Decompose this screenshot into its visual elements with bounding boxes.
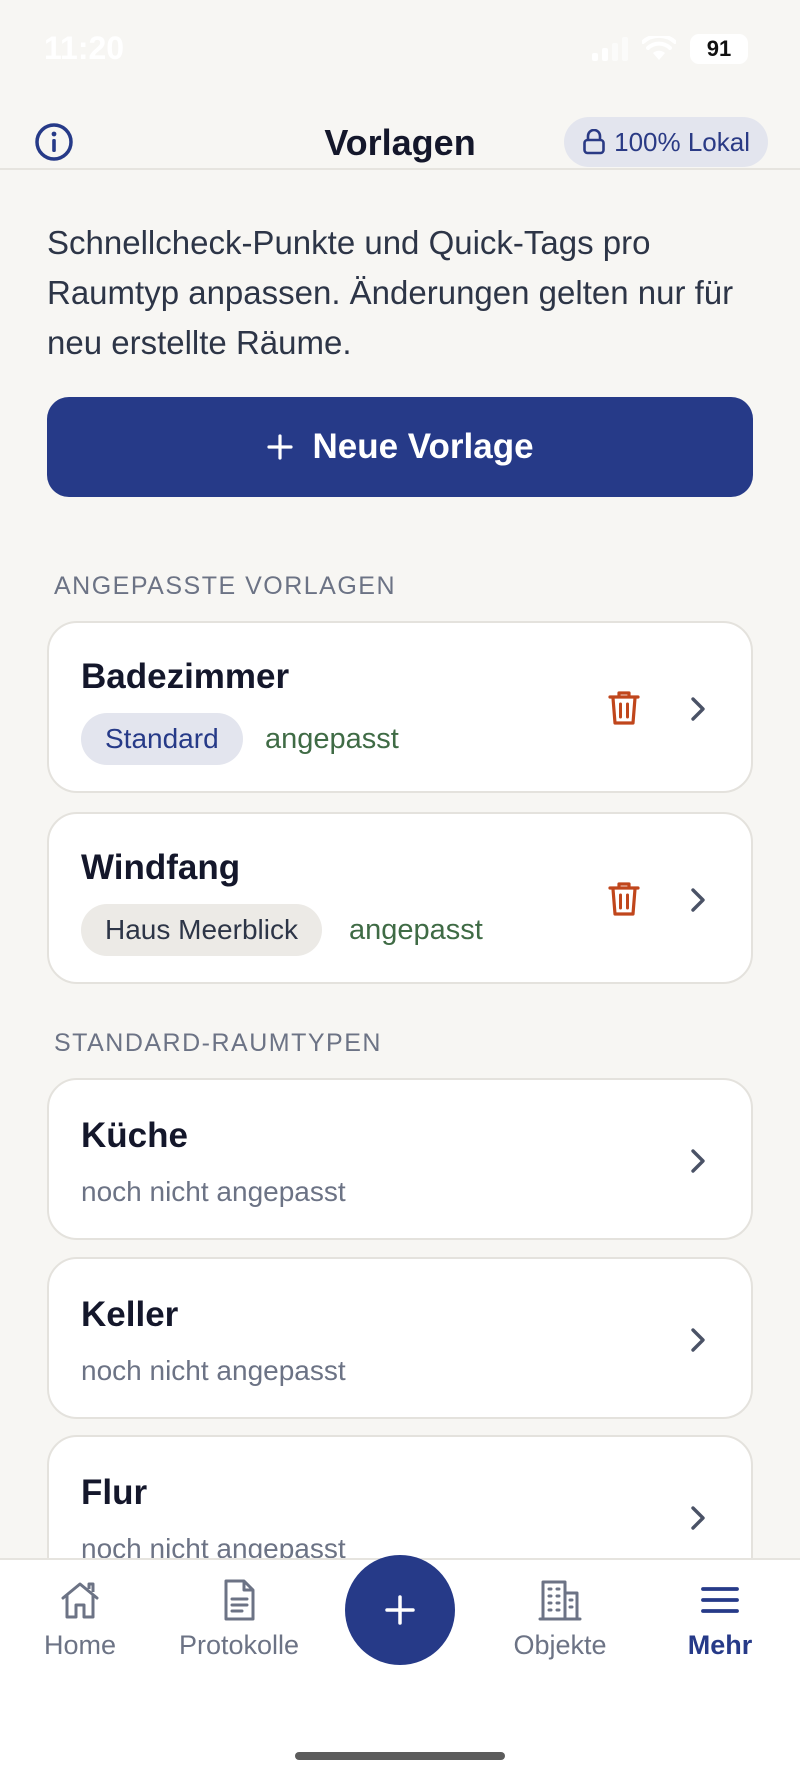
chevron-right-icon	[691, 1506, 705, 1530]
home-icon	[61, 1582, 99, 1619]
chevron-right-icon	[691, 697, 705, 721]
default-status: noch nicht angepasst	[81, 1176, 346, 1207]
home-indicator	[295, 1752, 505, 1760]
chevron-right-icon	[691, 1328, 705, 1352]
menu-icon	[701, 1587, 739, 1613]
nav-item-mehr[interactable]: Mehr	[645, 1576, 795, 1661]
local-badge-label: 100% Lokal	[614, 126, 750, 157]
template-tag: Haus Meerblick	[81, 904, 322, 956]
add-fab-button[interactable]	[345, 1555, 455, 1665]
default-status: noch nicht angepasst	[81, 1533, 346, 1558]
lock-icon	[583, 129, 605, 155]
section-label-standard: STANDARD-RAUMTYPEN	[54, 1029, 382, 1057]
nav-item-protokolle[interactable]: Protokolle	[164, 1576, 314, 1661]
status-time: 11:20	[44, 30, 125, 66]
modified-status: angepasst	[349, 914, 483, 946]
nav-label: Protokolle	[178, 1630, 300, 1660]
bottom-nav: Home Protokolle Objekte Mehr	[0, 1555, 800, 1778]
intro-text: Schnellcheck-Punkte und Quick-Tags pro R…	[47, 224, 734, 361]
nav-item-home[interactable]: Home	[5, 1576, 155, 1661]
room-type-card-kueche[interactable]: Küche noch nicht angepasst	[47, 1078, 753, 1240]
trash-icon[interactable]	[607, 689, 641, 727]
top-bar: Vorlagen 100% Lokal	[0, 100, 800, 170]
new-template-label: Neue Vorlage	[312, 427, 534, 466]
card-title: Flur	[81, 1473, 148, 1512]
section-label-custom: ANGEPASSTE VORLAGEN	[54, 572, 397, 600]
plus-icon	[385, 1595, 415, 1625]
room-type-card-flur[interactable]: Flur noch nicht angepasst	[47, 1435, 753, 1558]
template-card-windfang[interactable]: Windfang Haus Meerblick angepasst	[47, 812, 753, 984]
chevron-right-icon	[691, 1149, 705, 1173]
trash-icon[interactable]	[607, 880, 641, 918]
default-status: noch nicht angepasst	[81, 1355, 346, 1386]
card-title: Keller	[81, 1295, 179, 1334]
main-content[interactable]: Schnellcheck-Punkte und Quick-Tags pro R…	[0, 172, 800, 1558]
card-title: Windfang	[81, 848, 241, 887]
wifi-icon	[642, 36, 676, 60]
nav-label: Home	[43, 1630, 117, 1660]
plus-icon	[267, 434, 294, 460]
new-template-button[interactable]: Neue Vorlage	[47, 397, 753, 497]
template-card-badezimmer[interactable]: Badezimmer Standard angepasst	[47, 621, 753, 793]
signal-icon	[592, 37, 628, 61]
status-bar: 11:20 91	[0, 0, 800, 100]
building-icon	[538, 1580, 582, 1621]
document-icon	[224, 1579, 255, 1621]
nav-label: Mehr	[687, 1630, 753, 1660]
template-tag: Standard	[81, 713, 243, 765]
card-title: Küche	[81, 1116, 188, 1155]
room-type-card-keller[interactable]: Keller noch nicht angepasst	[47, 1257, 753, 1419]
modified-status: angepasst	[265, 723, 399, 755]
card-title: Badezimmer	[81, 657, 290, 696]
nav-label: Objekte	[513, 1630, 607, 1660]
chevron-right-icon	[691, 888, 705, 912]
status-indicators: 91	[592, 34, 748, 64]
local-badge[interactable]: 100% Lokal	[564, 117, 768, 167]
battery-icon: 91	[690, 34, 748, 64]
nav-item-objekte[interactable]: Objekte	[485, 1576, 635, 1661]
